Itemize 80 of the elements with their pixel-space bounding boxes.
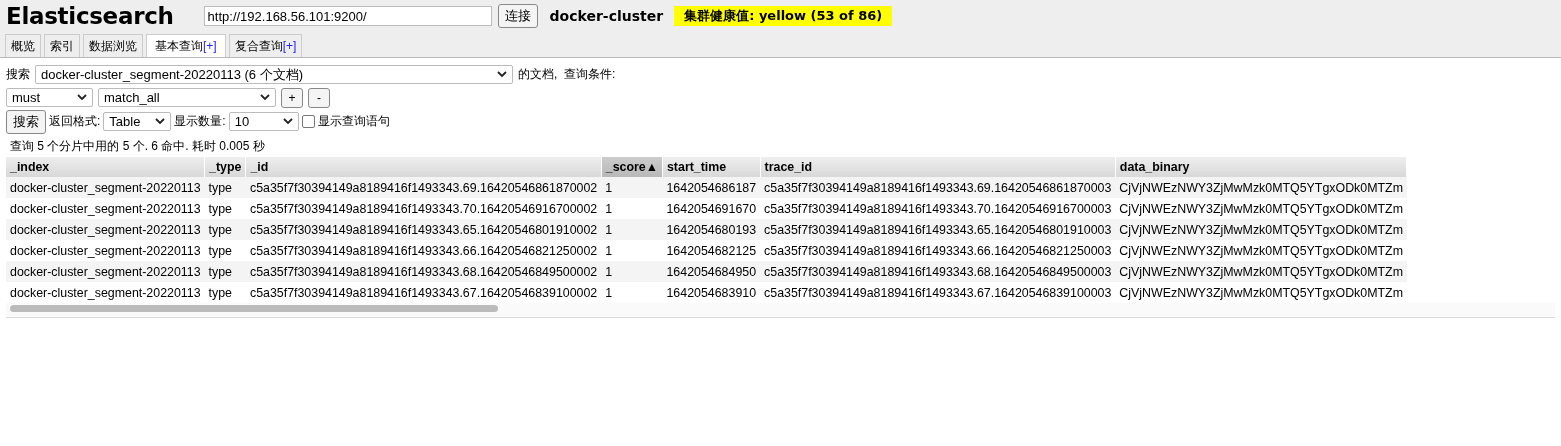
scrollbar-thumb[interactable]: [10, 305, 498, 312]
chevron-down-icon: [260, 94, 270, 101]
table-cell: c5a35f7f30394149a8189416f1493343.68.16420546849500003: [760, 261, 1116, 282]
chevron-down-icon: [282, 118, 293, 125]
add-button[interactable]: +: [281, 87, 303, 108]
table-cell: c5a35f7f30394149a8189416f1493343.70.16420546916700002: [245, 198, 602, 219]
table-cell: 1: [601, 240, 663, 261]
table-cell: 1642054691670: [662, 198, 761, 219]
table-cell: docker-cluster_segment-20220113: [6, 282, 205, 303]
chevron-down-icon: [497, 71, 507, 78]
table-cell: 1642054682125: [662, 240, 761, 261]
cluster-health-badge: 集群健康值: yellow (53 of 86): [674, 6, 893, 26]
table-cell: type: [204, 177, 246, 198]
column-header[interactable]: trace_id: [760, 157, 1116, 177]
table-cell: CjVjNWEzNWY3ZjMwMzk0MTQ5YTgxODk0MTZm: [1115, 261, 1407, 282]
table-cell: CjVjNWEzNWY3ZjMwMzk0MTQ5YTgxODk0MTZm: [1115, 282, 1407, 303]
checkbox[interactable]: [301, 115, 315, 128]
table-cell: 1642054684950: [662, 261, 761, 282]
table-cell: 1642054686187: [662, 177, 761, 198]
chevron-down-icon: [155, 118, 166, 125]
table-cell: 1: [601, 219, 663, 240]
table-cell: c5a35f7f30394149a8189416f1493343.67.16420546839100003: [760, 282, 1116, 303]
table-cell: 1: [601, 177, 663, 198]
table-cell: 1: [601, 198, 663, 219]
table-cell: type: [204, 240, 246, 261]
table-cell: docker-cluster_segment-20220113: [6, 198, 205, 219]
table-cell: CjVjNWEzNWY3ZjMwMzk0MTQ5YTgxODk0MTZm: [1115, 198, 1407, 219]
search-label: 搜索: [6, 66, 30, 83]
table-cell: CjVjNWEzNWY3ZjMwMzk0MTQ5YTgxODk0MTZm: [1115, 219, 1407, 240]
table-cell: type: [204, 198, 246, 219]
format-label: 返回格式:: [49, 113, 101, 130]
table-cell: c5a35f7f30394149a8189416f1493343.67.16420546839100002: [245, 282, 602, 303]
index-select[interactable]: docker-cluster_segment-20220113 (6 个文档): [35, 65, 513, 84]
tab[interactable]: 数据浏览: [83, 34, 143, 57]
column-header[interactable]: _type: [204, 157, 246, 177]
url-field[interactable]: http://192.168.56.101:9200/: [203, 6, 492, 26]
table-cell: c5a35f7f30394149a8189416f1493343.70.16420546916700003: [760, 198, 1116, 219]
column-header[interactable]: _id: [245, 157, 602, 177]
table-cell: c5a35f7f30394149a8189416f1493343.68.16420546849500002: [245, 261, 602, 282]
query-summary: 查询 5 个分片中用的 5 个. 6 命中. 耗时 0.005 秒: [9, 138, 266, 155]
table-cell: c5a35f7f30394149a8189416f1493343.65.16420546801910002: [245, 219, 602, 240]
search-button[interactable]: 搜索: [6, 109, 46, 134]
table-cell: 1642054683910: [662, 282, 761, 303]
format-select[interactable]: Table: [103, 112, 172, 131]
bool-select[interactable]: must: [6, 88, 93, 107]
table-cell: type: [204, 282, 246, 303]
tab[interactable]: 概览: [5, 34, 41, 57]
table-cell: type: [204, 261, 246, 282]
table-cell: docker-cluster_segment-20220113: [6, 240, 205, 261]
size-select[interactable]: 10: [228, 112, 299, 131]
table-cell: docker-cluster_segment-20220113: [6, 177, 205, 198]
tab[interactable]: 索引: [44, 34, 80, 57]
docs-label: 的文档, 查询条件:: [518, 66, 616, 83]
table-cell: 1: [601, 261, 663, 282]
table-cell: CjVjNWEzNWY3ZjMwMzk0MTQ5YTgxODk0MTZm: [1115, 240, 1407, 261]
table-cell: c5a35f7f30394149a8189416f1493343.69.16420546861870003: [760, 177, 1116, 198]
query-type-select[interactable]: match_all: [98, 88, 276, 107]
column-header[interactable]: _score▲: [601, 157, 663, 177]
column-header[interactable]: start_time: [662, 157, 761, 177]
table-cell: c5a35f7f30394149a8189416f1493343.66.16420546821250002: [245, 240, 602, 261]
table-cell: c5a35f7f30394149a8189416f1493343.69.16420546861870002: [245, 177, 602, 198]
table-cell: 1642054680193: [662, 219, 761, 240]
table-cell: 1: [601, 282, 663, 303]
remove-button[interactable]: -: [308, 87, 330, 108]
size-label: 显示数量:: [174, 113, 226, 130]
table-cell: docker-cluster_segment-20220113: [6, 261, 205, 282]
table-cell: docker-cluster_segment-20220113: [6, 219, 205, 240]
tab[interactable]: 复合查询[+]: [228, 34, 303, 57]
chevron-down-icon: [77, 94, 87, 101]
connect-button[interactable]: 连接: [497, 4, 538, 28]
table-cell: CjVjNWEzNWY3ZjMwMzk0MTQ5YTgxODk0MTZm: [1115, 177, 1407, 198]
column-header[interactable]: _index: [6, 157, 205, 177]
table-cell: c5a35f7f30394149a8189416f1493343.65.16420546801910003: [760, 219, 1116, 240]
column-header[interactable]: data_binary: [1115, 157, 1407, 177]
checkbox-label: 显示查询语句: [317, 113, 390, 130]
cluster-name: docker-cluster: [549, 8, 664, 24]
tab[interactable]: 基本查询[+]: [146, 34, 226, 57]
table-cell: c5a35f7f30394149a8189416f1493343.66.16420546821250003: [760, 240, 1116, 261]
app-title: Elasticsearch: [6, 3, 174, 29]
table-cell: type: [204, 219, 246, 240]
